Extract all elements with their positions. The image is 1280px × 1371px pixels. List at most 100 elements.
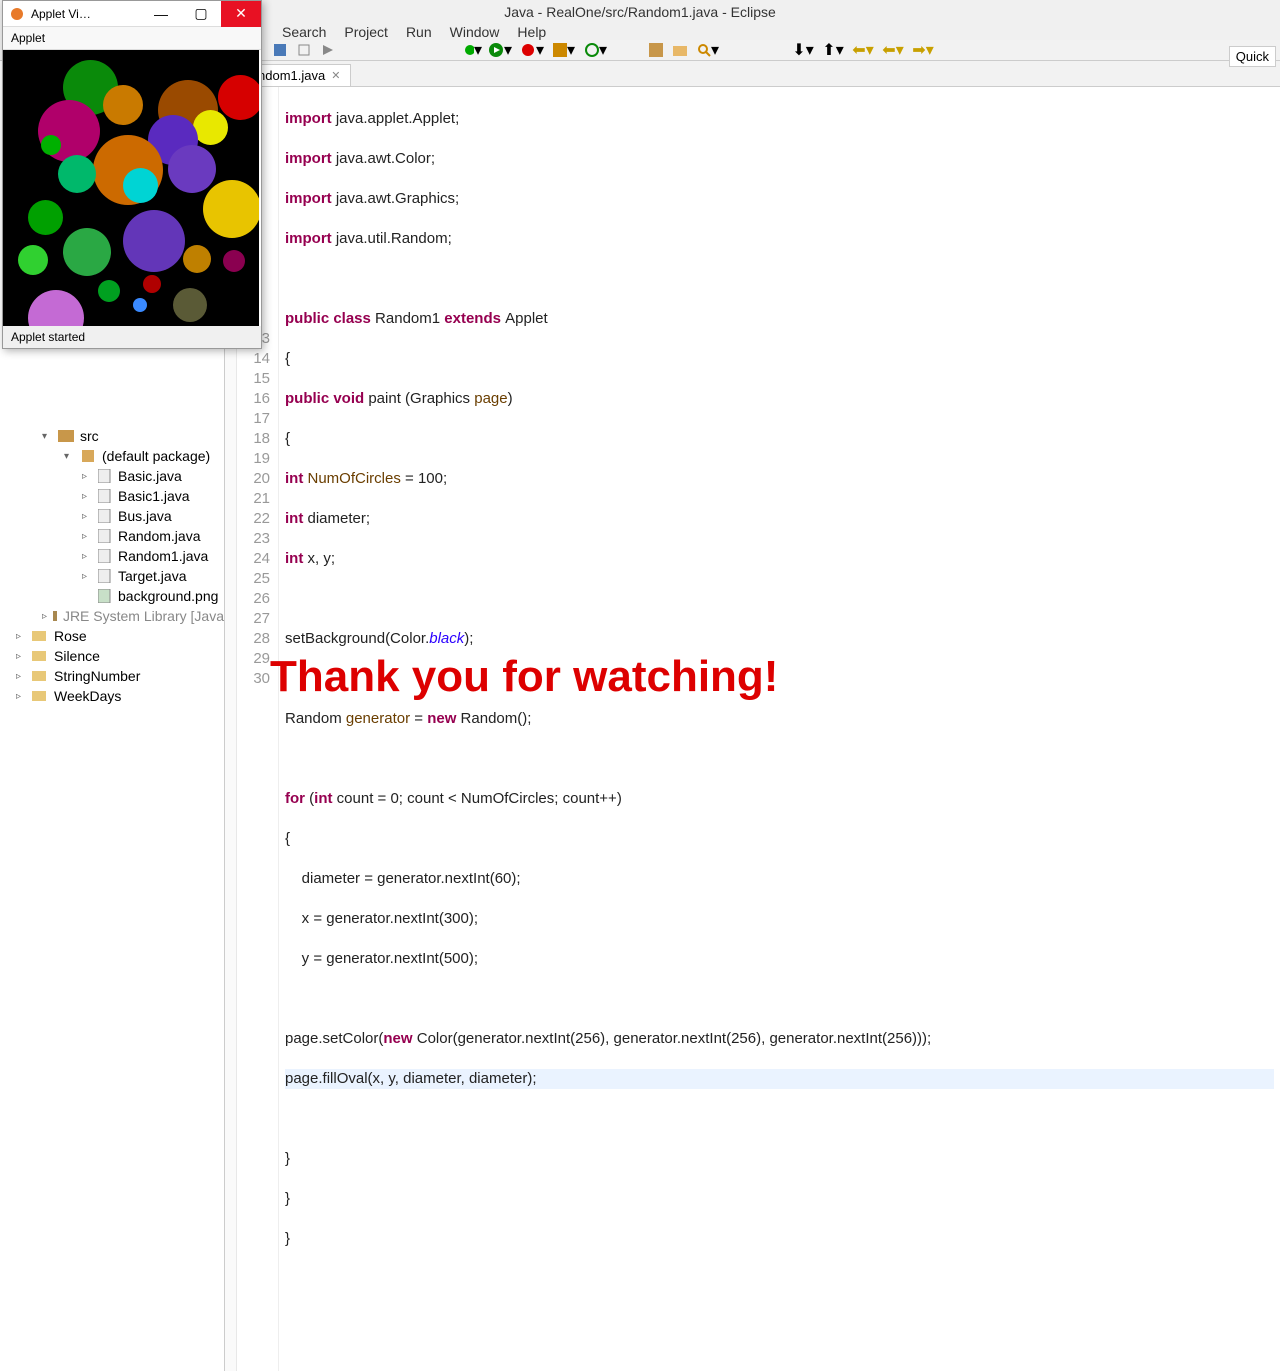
code-text: diameter; bbox=[308, 510, 371, 527]
var-name: NumOfCircles bbox=[308, 470, 401, 487]
circle bbox=[193, 110, 228, 145]
quick-access-input[interactable]: Quick bbox=[1229, 46, 1276, 67]
circle bbox=[103, 85, 143, 125]
circle bbox=[143, 275, 161, 293]
code-text: { bbox=[285, 429, 1274, 449]
tree-file[interactable]: ▹Target.java bbox=[0, 566, 224, 586]
menu-search[interactable]: Search bbox=[282, 24, 326, 40]
tree-file[interactable]: background.png bbox=[0, 586, 224, 606]
applet-canvas bbox=[3, 50, 259, 326]
tree-src-folder[interactable]: ▾src bbox=[0, 426, 224, 446]
menu-window[interactable]: Window bbox=[450, 24, 500, 40]
menu-run[interactable]: Run bbox=[406, 24, 432, 40]
toolbar-fwd-icon[interactable]: ➡▾ bbox=[910, 40, 936, 60]
java-cup-icon bbox=[9, 6, 25, 22]
close-button[interactable]: ✕ bbox=[221, 1, 261, 27]
toolbar-back-icon[interactable]: ⬅▾ bbox=[850, 40, 876, 60]
tree-package[interactable]: ▾(default package) bbox=[0, 446, 224, 466]
menu-help[interactable]: Help bbox=[517, 24, 546, 40]
code-text: y = generator.nextInt(500); bbox=[285, 949, 1274, 969]
toolbar-search-icon[interactable]: ▾ bbox=[694, 40, 722, 60]
kw-new: new bbox=[427, 710, 460, 727]
circle bbox=[63, 228, 111, 276]
applet-menu[interactable]: Applet bbox=[3, 27, 261, 50]
kw-import: import bbox=[285, 150, 332, 167]
code-text: ) bbox=[508, 390, 513, 407]
applet-viewer-window[interactable]: Applet Vi… — ▢ ✕ Applet Applet started bbox=[2, 0, 262, 349]
code-editor[interactable]: import java.applet.Applet; import java.a… bbox=[279, 87, 1280, 1371]
toolbar-save-icon[interactable] bbox=[270, 40, 290, 60]
code-text: java.applet.Applet; bbox=[332, 110, 460, 127]
tree-jre[interactable]: ▹JRE System Library [Java bbox=[0, 606, 224, 626]
tree-project[interactable]: ▹Silence bbox=[0, 646, 224, 666]
tree-project-label: Silence bbox=[54, 648, 100, 664]
tree-project-label: WeekDays bbox=[54, 688, 121, 704]
toolbar-debug-icon[interactable]: ▾ bbox=[462, 40, 482, 60]
class-name: Random1 bbox=[375, 310, 440, 327]
line-number: 20 bbox=[237, 469, 270, 489]
tree-file[interactable]: ▹Random1.java bbox=[0, 546, 224, 566]
line-number: 30 bbox=[237, 669, 270, 689]
tree-file[interactable]: ▹Basic1.java bbox=[0, 486, 224, 506]
line-number: 22 bbox=[237, 509, 270, 529]
line-number: 21 bbox=[237, 489, 270, 509]
kw-class: public class bbox=[285, 310, 375, 327]
line-number: 15 bbox=[237, 369, 270, 389]
toolbar-back2-icon[interactable]: ⬅▾ bbox=[880, 40, 906, 60]
line-number: 28 bbox=[237, 629, 270, 649]
line-number: 25 bbox=[237, 569, 270, 589]
code-text: x, y; bbox=[308, 550, 336, 567]
kw-int: int bbox=[285, 550, 308, 567]
line-number: 17 bbox=[237, 409, 270, 429]
tree-project[interactable]: ▹Rose bbox=[0, 626, 224, 646]
tree-file[interactable]: ▹Bus.java bbox=[0, 506, 224, 526]
applet-window-title: Applet Vi… bbox=[31, 7, 141, 21]
toolbar-step-icon[interactable] bbox=[294, 40, 314, 60]
line-number: 14 bbox=[237, 349, 270, 369]
line-number: 16 bbox=[237, 389, 270, 409]
circle bbox=[98, 280, 120, 302]
tree-project[interactable]: ▹StringNumber bbox=[0, 666, 224, 686]
kw-import: import bbox=[285, 190, 332, 207]
param-name: page bbox=[474, 390, 507, 407]
toolbar-nav2-icon[interactable]: ⬆▾ bbox=[820, 40, 846, 60]
maximize-button[interactable]: ▢ bbox=[181, 1, 221, 27]
tab-close-icon[interactable]: ✕ bbox=[331, 69, 340, 82]
toolbar-folder-icon[interactable] bbox=[670, 40, 690, 60]
code-text: java.util.Random; bbox=[332, 230, 452, 247]
toolbar-run-icon[interactable]: ▾ bbox=[486, 40, 514, 60]
toolbar-package-icon[interactable] bbox=[646, 40, 666, 60]
circle bbox=[28, 290, 84, 326]
circle bbox=[18, 245, 48, 275]
tree-file-label: Random.java bbox=[118, 528, 201, 544]
toolbar-skip-icon[interactable] bbox=[318, 40, 338, 60]
applet-status-bar: Applet started bbox=[3, 326, 261, 348]
kw-int: int bbox=[285, 510, 308, 527]
code-text: paint (Graphics bbox=[368, 390, 474, 407]
circle bbox=[58, 155, 96, 193]
tree-project[interactable]: ▹WeekDays bbox=[0, 686, 224, 706]
tree-file[interactable]: ▹Random.java bbox=[0, 526, 224, 546]
toolbar-new2-icon[interactable]: ▾ bbox=[582, 40, 610, 60]
tree-package-label: (default package) bbox=[102, 448, 210, 464]
tree-file-label: Random1.java bbox=[118, 548, 208, 564]
applet-title-bar[interactable]: Applet Vi… — ▢ ✕ bbox=[3, 1, 261, 27]
code-text: = bbox=[410, 710, 427, 727]
code-text: Applet bbox=[505, 310, 548, 327]
code-text: Random(); bbox=[461, 710, 532, 727]
toolbar-nav1-icon[interactable]: ⬇▾ bbox=[790, 40, 816, 60]
code-text: setBackground(Color. bbox=[285, 630, 429, 647]
tree-file[interactable]: ▹Basic.java bbox=[0, 466, 224, 486]
kw-new: new bbox=[383, 1030, 416, 1047]
tree-file-label: Target.java bbox=[118, 568, 186, 584]
toolbar-run-ext-icon[interactable]: ▾ bbox=[518, 40, 546, 60]
code-text: ); bbox=[464, 630, 473, 647]
minimize-button[interactable]: — bbox=[141, 1, 181, 27]
toolbar-new-icon[interactable]: ▾ bbox=[550, 40, 578, 60]
circle bbox=[173, 288, 207, 322]
code-text: } bbox=[285, 1189, 1274, 1209]
menu-project[interactable]: Project bbox=[344, 24, 388, 40]
circle bbox=[183, 245, 211, 273]
code-text: count = 0; count < NumOfCircles; count++… bbox=[337, 790, 622, 807]
const-black: black bbox=[429, 630, 464, 647]
